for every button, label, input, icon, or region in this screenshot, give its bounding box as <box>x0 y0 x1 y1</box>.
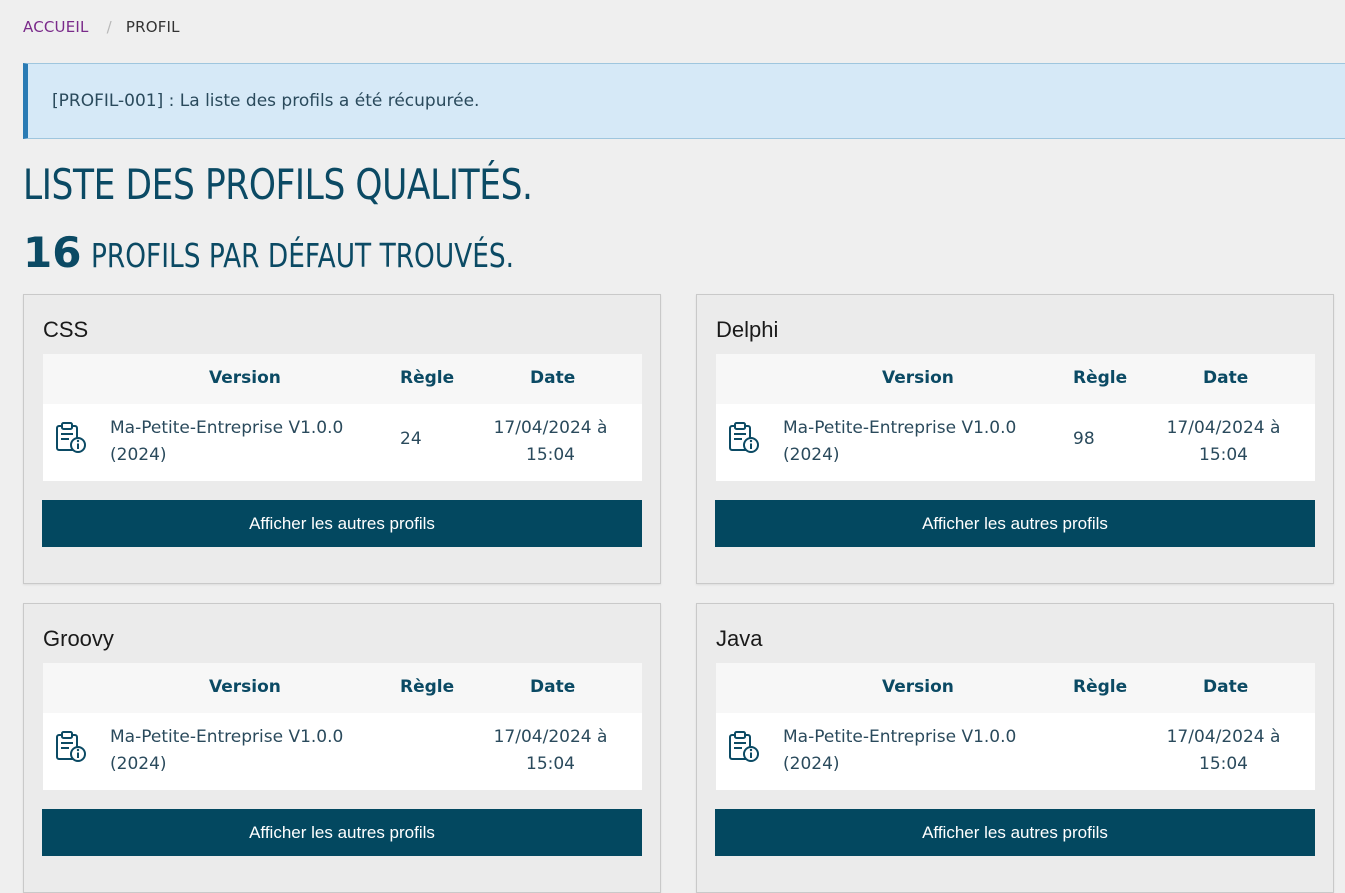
column-header-version: Version <box>882 677 954 697</box>
clipboard-info-icon[interactable] <box>54 730 88 764</box>
profile-card-java: Java Version Règle Date Ma-Petite-Entrep… <box>696 603 1334 893</box>
table-header: Version Règle Date <box>43 663 642 713</box>
card-title: Delphi <box>716 317 779 342</box>
row-date: 17/04/2024 à 15:04 <box>1166 727 1281 774</box>
row-regle: 24 <box>400 429 422 449</box>
profile-table: Version Règle Date Ma-Petite-Entreprise … <box>43 663 642 790</box>
breadcrumb: ACCUEIL / PROFIL <box>23 18 180 36</box>
profile-table: Version Règle Date Ma-Petite-Entreprise … <box>716 354 1315 481</box>
clipboard-info-icon[interactable] <box>54 421 88 455</box>
row-date: 17/04/2024 à 15:04 <box>1166 418 1281 465</box>
table-row: Ma-Petite-Entreprise V1.0.0 (2024) 24 17… <box>43 404 642 481</box>
breadcrumb-separator: / <box>106 18 112 36</box>
row-version: Ma-Petite-Entreprise V1.0.0 (2024) <box>110 727 344 774</box>
column-header-date: Date <box>530 677 576 697</box>
breadcrumb-current: PROFIL <box>125 18 180 36</box>
alert-message: [PROFIL-001] : La liste des profils a ét… <box>52 91 480 111</box>
profile-card-groovy: Groovy Version Règle Date Ma-Petite-Entr… <box>23 603 661 893</box>
clipboard-info-icon[interactable] <box>727 421 761 455</box>
row-version: Ma-Petite-Entreprise V1.0.0 (2024) <box>783 418 1017 465</box>
profile-count: 16 <box>23 228 82 277</box>
card-title: CSS <box>43 317 89 342</box>
table-header: Version Règle Date <box>716 354 1315 404</box>
column-header-version: Version <box>882 368 954 388</box>
profile-card-delphi: Delphi Version Règle Date Ma-Petite-Entr… <box>696 294 1334 584</box>
column-header-regle: Règle <box>1073 677 1128 697</box>
table-header: Version Règle Date <box>716 663 1315 713</box>
column-header-date: Date <box>1203 368 1249 388</box>
info-alert: [PROFIL-001] : La liste des profils a ét… <box>23 63 1345 139</box>
column-header-regle: Règle <box>400 677 455 697</box>
profile-card-css: CSS Version Règle Date Ma-Petite-Entrepr… <box>23 294 661 584</box>
profile-count-heading: 16 PROFILS PAR DÉFAUT TROUVÉS. <box>23 228 620 277</box>
clipboard-info-icon[interactable] <box>727 730 761 764</box>
card-title: Java <box>716 626 763 651</box>
row-regle: 98 <box>1073 429 1095 449</box>
column-header-regle: Règle <box>1073 368 1128 388</box>
row-date: 17/04/2024 à 15:04 <box>493 418 608 465</box>
profile-table: Version Règle Date Ma-Petite-Entreprise … <box>43 354 642 481</box>
column-header-version: Version <box>209 368 281 388</box>
page-title: LISTE DES PROFILS QUALITÉS. <box>23 160 533 209</box>
show-other-profiles-button[interactable]: Afficher les autres profils <box>42 500 642 547</box>
show-other-profiles-button[interactable]: Afficher les autres profils <box>42 809 642 856</box>
show-other-profiles-button[interactable]: Afficher les autres profils <box>715 809 1315 856</box>
show-other-profiles-button[interactable]: Afficher les autres profils <box>715 500 1315 547</box>
table-row: Ma-Petite-Entreprise V1.0.0 (2024) 98 17… <box>716 404 1315 481</box>
table-row: Ma-Petite-Entreprise V1.0.0 (2024) 17/04… <box>43 713 642 790</box>
card-title: Groovy <box>43 626 114 651</box>
row-version: Ma-Petite-Entreprise V1.0.0 (2024) <box>110 418 344 465</box>
column-header-date: Date <box>1203 677 1249 697</box>
breadcrumb-home-link[interactable]: ACCUEIL <box>23 18 89 36</box>
row-date: 17/04/2024 à 15:04 <box>493 727 608 774</box>
table-row: Ma-Petite-Entreprise V1.0.0 (2024) 17/04… <box>716 713 1315 790</box>
column-header-regle: Règle <box>400 368 455 388</box>
profile-table: Version Règle Date Ma-Petite-Entreprise … <box>716 663 1315 790</box>
row-version: Ma-Petite-Entreprise V1.0.0 (2024) <box>783 727 1017 774</box>
column-header-version: Version <box>209 677 281 697</box>
profile-count-suffix: PROFILS PAR DÉFAUT TROUVÉS. <box>91 236 515 275</box>
column-header-date: Date <box>530 368 576 388</box>
table-header: Version Règle Date <box>43 354 642 404</box>
